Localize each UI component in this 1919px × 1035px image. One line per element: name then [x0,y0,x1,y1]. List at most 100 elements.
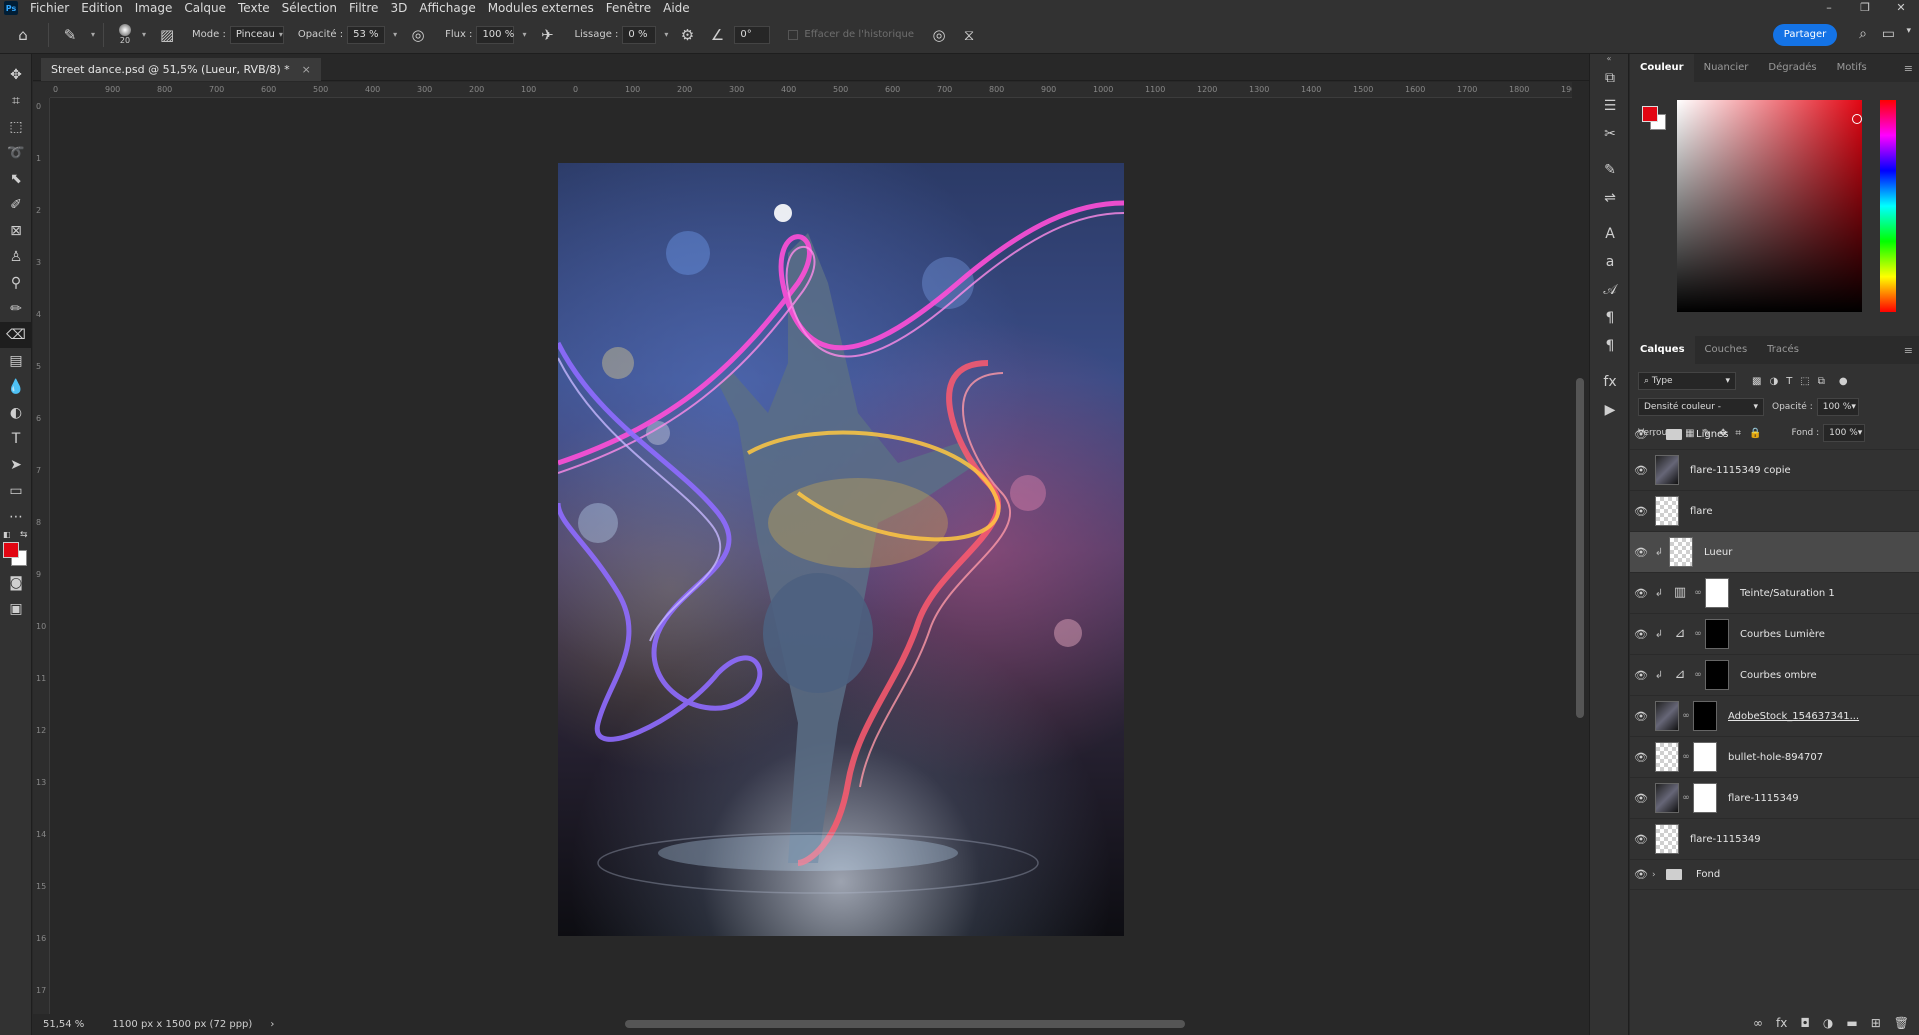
canvas-area[interactable] [50,98,1572,1014]
tab-motifs[interactable]: Motifs [1827,54,1877,82]
panel-menu-icon[interactable]: ≡ [1904,62,1913,75]
eyedropper-tool-icon[interactable]: ⚲ [0,270,32,296]
pressure-size-icon[interactable]: ◎ [926,22,952,48]
symmetry-butterfly-icon[interactable]: ⧖ [956,22,982,48]
styles-panel-icon[interactable]: fx [1590,368,1630,396]
filter-shape-icon[interactable]: ⬚ [1800,376,1809,387]
filter-smart-object-icon[interactable]: ⧉ [1818,376,1825,387]
tab-traces[interactable]: Tracés [1757,336,1809,364]
brush-settings-icon[interactable]: ▨ [154,22,180,48]
dodge-tool-icon[interactable]: ◐ [0,400,32,426]
brushes-panel-icon[interactable]: ✎ [1590,156,1630,184]
eye-icon[interactable]: 👁 [1630,546,1652,559]
layer-row[interactable]: 👁 ∞ flare-1115349 [1630,778,1919,819]
quick-mask-icon[interactable]: ◙ [0,570,32,596]
frame-tool-icon[interactable]: ⊠ [0,218,32,244]
brush-settings-panel-icon[interactable]: ⇌ [1590,184,1630,212]
brush-tool-icon[interactable]: ✏ [0,296,32,322]
layer-mask-thumbnail[interactable] [1705,578,1729,608]
foreground-color-swatch[interactable] [3,542,19,558]
menu-edition[interactable]: Edition [75,0,129,16]
menu-calque[interactable]: Calque [178,0,232,16]
link-icon[interactable]: ∞ [1694,588,1702,598]
menu-fenetre[interactable]: Fenêtre [600,0,657,16]
rectangle-tool-icon[interactable]: ▭ [0,478,32,504]
panel-menu-icon[interactable]: ≡ [1904,344,1913,357]
trash-icon[interactable]: 🗑 [1894,1016,1909,1030]
layer-row[interactable]: 👁 ↲ ⊿ ∞ Courbes Lumière [1630,614,1919,655]
chevron-down-icon[interactable]: ▾ [393,30,397,39]
marquee-tool-icon[interactable]: ⬚ [0,114,32,140]
lissage-input[interactable]: 0 % [622,25,657,44]
mode-select[interactable]: Pinceau ▾ [229,25,284,44]
type-tool-icon[interactable]: T [0,426,32,452]
zoom-level[interactable]: 51,54 % [43,1019,84,1030]
object-selection-tool-icon[interactable]: ⬉ [0,166,32,192]
link-icon[interactable]: ∞ [1694,670,1702,680]
layer-mask-thumbnail[interactable] [1693,783,1717,813]
lasso-tool-icon[interactable]: ➰ [0,140,32,166]
new-layer-icon[interactable]: ⊞ [1871,1016,1881,1030]
eraser-tool-icon[interactable]: ⌫ [0,322,32,348]
eye-icon[interactable]: 👁 [1630,868,1652,881]
eye-icon[interactable]: 👁 [1630,833,1652,846]
glyphs-panel-icon[interactable]: 𝒜 [1590,276,1630,304]
home-icon[interactable]: ⌂ [10,22,36,48]
horizontal-ruler[interactable]: 0 900 800 700 600 500 400 300 200 100 0 100 200 300 40… [50,82,1572,98]
tab-calques[interactable]: Calques [1630,336,1695,364]
hue-slider[interactable] [1880,100,1896,312]
vertical-ruler[interactable]: 0 1 2 3 4 5 6 7 8 9 10 11 12 13 14 15 16 17 [33,98,50,1014]
brush-preset-picker[interactable]: 20 [112,24,138,45]
eye-icon[interactable]: 👁 [1630,751,1652,764]
filter-pixel-icon[interactable]: ▩ [1752,376,1761,387]
document-tab[interactable]: Street dance.psd @ 51,5% (Lueur, RVB/8) … [41,58,321,81]
character-styles-icon[interactable]: a [1590,248,1630,276]
status-expand-icon[interactable]: › [270,1019,274,1030]
eye-icon[interactable]: 👁 [1630,669,1652,682]
link-layers-icon[interactable]: ∞ [1753,1016,1763,1030]
menu-affichage[interactable]: Affichage [413,0,481,16]
blur-tool-icon[interactable]: 💧 [0,374,32,400]
history-panel-icon[interactable]: ⧉ [1590,64,1630,92]
vertical-scrollbar[interactable] [1572,98,1588,1014]
chevron-right-icon[interactable]: › [1652,430,1664,440]
color-picker-cursor[interactable] [1852,114,1862,124]
layer-opacity-input[interactable]: 100 % ▾ [1816,398,1859,416]
eye-icon[interactable]: 👁 [1630,505,1652,518]
default-colors-icon[interactable]: ◧ [3,530,11,539]
more-tools-icon[interactable]: ⋯ [0,504,32,530]
menu-texte[interactable]: Texte [232,0,276,16]
menu-modules-externes[interactable]: Modules externes [482,0,600,16]
filter-type-icon[interactable]: T [1786,376,1792,387]
menu-image[interactable]: Image [129,0,179,16]
menu-fichier[interactable]: Fichier [24,0,75,16]
paragraph-styles-icon[interactable]: ¶ [1590,332,1630,360]
new-adjustment-icon[interactable]: ◑ [1823,1016,1833,1030]
share-button[interactable]: Partager [1773,24,1837,46]
crop-tool-icon[interactable]: ⌗ [0,88,32,114]
layer-row[interactable]: 👁 › Lignes [1630,420,1919,450]
layer-mask-thumbnail[interactable] [1693,701,1717,731]
minimize-button[interactable]: – [1811,0,1847,16]
color-picker-field[interactable] [1677,100,1862,312]
history-checkbox[interactable] [788,29,799,40]
layer-mask-thumbnail[interactable] [1693,742,1717,772]
horizontal-scrollbar-thumb[interactable] [625,1020,1185,1028]
actions-panel-icon[interactable]: ▶ [1590,396,1630,424]
collapse-panels-icon[interactable]: « [1590,54,1628,64]
tab-couleur[interactable]: Couleur [1630,54,1694,82]
smoothing-settings-gear-icon[interactable]: ⚙ [674,22,700,48]
move-tool-icon[interactable]: ✥ [0,62,32,88]
screen-mode-icon[interactable]: ▣ [0,596,32,622]
chevron-down-icon[interactable]: ▾ [522,30,526,39]
character-panel-icon[interactable]: A [1590,220,1630,248]
layer-row[interactable]: 👁 ∞ bullet-hole-894707 [1630,737,1919,778]
tab-degrades[interactable]: Dégradés [1758,54,1826,82]
layer-row-selected[interactable]: 👁 ↲ Lueur [1630,532,1919,573]
menu-3d[interactable]: 3D [384,0,413,16]
opacity-input[interactable]: 53 % [347,25,386,44]
link-icon[interactable]: ∞ [1682,752,1690,762]
flux-input[interactable]: 100 % [476,25,515,44]
document-canvas[interactable] [558,163,1124,936]
layer-row[interactable]: 👁 ∞ AdobeStock_154637341... [1630,696,1919,737]
